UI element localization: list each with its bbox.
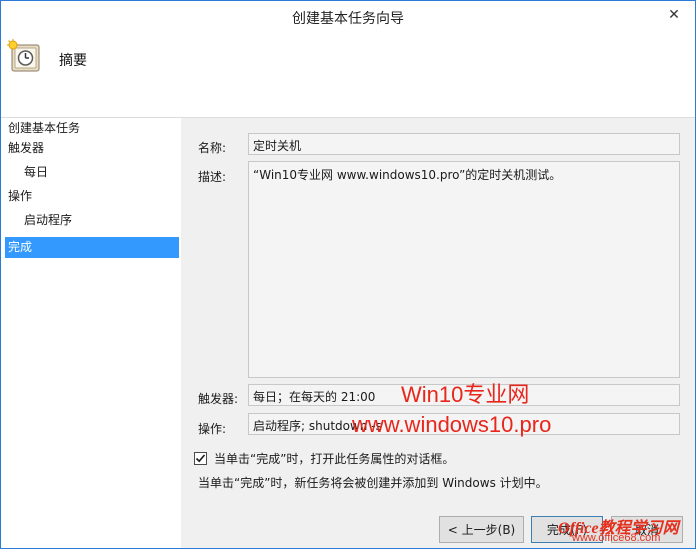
step-trigger[interactable]: 触发器: [5, 138, 179, 159]
wizard-steps-sidebar: 创建基本任务 触发器 每日 操作 启动程序 完成: [1, 118, 181, 548]
finish-note: 当单击“完成”时，新任务将会被创建并添加到 Windows 计划中。: [198, 476, 548, 490]
description-label: 描述:: [198, 170, 227, 184]
summary-panel: 名称: 定时关机 描述: “Win10专业网 www.windows10.pro…: [181, 118, 695, 548]
step-finish[interactable]: 完成: [5, 237, 179, 258]
step-daily[interactable]: 每日: [5, 162, 179, 183]
wizard-header: 摘要: [1, 32, 695, 118]
back-button[interactable]: < 上一步(B): [439, 516, 524, 543]
name-field: 定时关机: [248, 133, 680, 155]
step-create-basic-task[interactable]: 创建基本任务: [5, 118, 179, 139]
trigger-label: 触发器:: [198, 392, 239, 406]
checkmark-icon: [195, 454, 206, 463]
watermark-site-name: Win10专业网: [401, 382, 530, 407]
step-action[interactable]: 操作: [5, 186, 179, 207]
open-properties-label[interactable]: 当单击“完成”时，打开此任务属性的对话框。: [214, 450, 454, 467]
watermark-office-logo: Office教程学习网 www.office68.com: [558, 514, 694, 548]
action-label: 操作:: [198, 422, 227, 436]
step-start-program[interactable]: 启动程序: [5, 210, 179, 231]
close-button[interactable]: ✕: [665, 6, 683, 24]
window-title: 创建基本任务向导: [292, 11, 404, 27]
task-scheduler-clock-icon: [7, 39, 40, 72]
watermark-logo-url: www.office68.com: [572, 532, 661, 544]
name-label: 名称:: [198, 141, 227, 155]
title-bar: 创建基本任务向导 ✕: [1, 1, 695, 32]
page-title: 摘要: [59, 53, 87, 69]
close-icon: ✕: [668, 7, 680, 23]
description-field: “Win10专业网 www.windows10.pro”的定时关机测试。: [248, 161, 680, 378]
watermark-site-url: www.windows10.pro: [352, 412, 552, 437]
wizard-window: 创建基本任务向导 ✕ 摘要 创建基本任务 触发器 每日 操作 启动程序 完成 名…: [0, 0, 696, 549]
open-properties-checkbox[interactable]: [194, 452, 207, 465]
